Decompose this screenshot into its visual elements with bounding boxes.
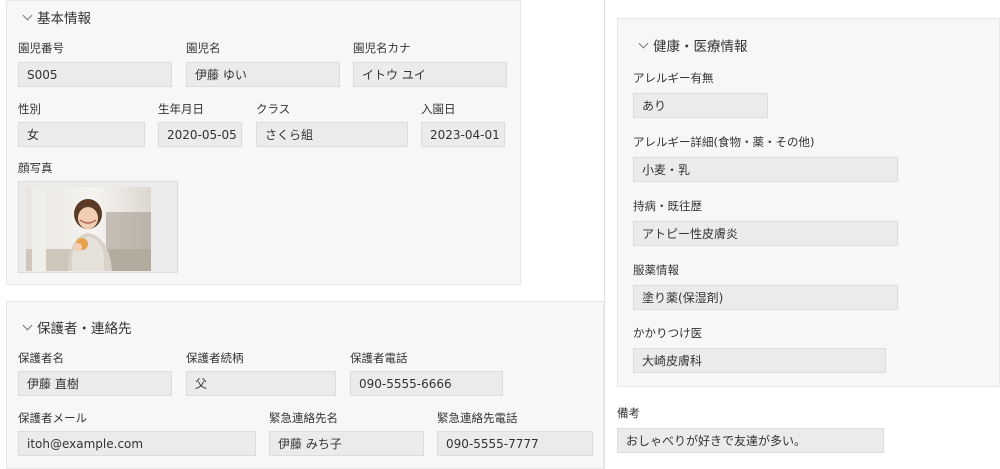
class-field[interactable]: さくら組 xyxy=(256,122,408,147)
enroll-date-label: 入園日 xyxy=(421,102,456,116)
doctor-field[interactable]: 大崎皮膚科 xyxy=(633,348,886,373)
guardian-phone-field[interactable]: 090-5555-6666 xyxy=(350,371,503,396)
photo-label: 顔写真 xyxy=(18,161,53,175)
doctor-label: かかりつけ医 xyxy=(633,326,703,340)
child-number-field[interactable]: S005 xyxy=(18,62,172,87)
guardian-email-field[interactable]: itoh@example.com xyxy=(18,431,256,456)
child-name-field[interactable]: 伊藤 ゆい xyxy=(186,62,340,87)
chevron-down-icon xyxy=(638,38,649,48)
photo-field[interactable] xyxy=(18,181,178,273)
class-label: クラス xyxy=(256,102,291,116)
child-kana-field[interactable]: イトウ ユイ xyxy=(353,62,507,87)
birthday-field[interactable]: 2020-05-05 xyxy=(158,122,242,147)
guardian-email-label: 保護者メール xyxy=(18,411,87,425)
gender-label: 性別 xyxy=(18,102,41,116)
emergency-phone-field[interactable]: 090-5555-7777 xyxy=(437,431,593,456)
section-title: 基本情報 xyxy=(37,11,91,27)
enroll-date-field[interactable]: 2023-04-01 xyxy=(421,122,505,147)
guardian-relation-label: 保護者続柄 xyxy=(186,351,244,365)
child-name-label: 園児名 xyxy=(186,41,221,55)
child-photo xyxy=(26,187,151,271)
allergy-label: アレルギー有無 xyxy=(633,71,714,85)
guardian-name-label: 保護者名 xyxy=(18,351,64,365)
allergy-field[interactable]: あり xyxy=(633,93,768,118)
basic-info-header[interactable]: 基本情報 xyxy=(22,7,91,27)
chronic-label: 持病・既往歴 xyxy=(633,199,702,213)
notes-field[interactable]: おしゃべりが好きで友達が多い。 xyxy=(617,428,884,453)
column-divider xyxy=(604,0,605,469)
chevron-down-icon xyxy=(22,10,33,20)
emergency-name-label: 緊急連絡先名 xyxy=(269,411,338,425)
section-title: 保護者・連絡先 xyxy=(37,321,132,337)
guardian-phone-label: 保護者電話 xyxy=(350,351,408,365)
chevron-down-icon xyxy=(22,320,33,330)
medication-field[interactable]: 塗り薬(保湿剤) xyxy=(633,285,898,310)
allergy-detail-label: アレルギー詳細(食物・薬・その他) xyxy=(633,135,815,149)
birthday-label: 生年月日 xyxy=(158,102,204,116)
gender-field[interactable]: 女 xyxy=(18,122,145,147)
child-kana-label: 園児名カナ xyxy=(353,41,411,55)
guardian-relation-field[interactable]: 父 xyxy=(186,371,336,396)
section-title: 健康・医療情報 xyxy=(653,39,748,55)
child-number-label: 園児番号 xyxy=(18,41,64,55)
emergency-name-field[interactable]: 伊藤 みち子 xyxy=(269,431,424,456)
guardian-name-field[interactable]: 伊藤 直樹 xyxy=(18,371,172,396)
notes-label: 備考 xyxy=(617,406,640,420)
medication-label: 服薬情報 xyxy=(633,263,679,277)
health-header[interactable]: 健康・医療情報 xyxy=(638,35,748,55)
chronic-field[interactable]: アトピー性皮膚炎 xyxy=(633,221,898,246)
allergy-detail-field[interactable]: 小麦・乳 xyxy=(633,157,898,182)
emergency-phone-label: 緊急連絡先電話 xyxy=(437,411,518,425)
guardian-header[interactable]: 保護者・連絡先 xyxy=(22,317,132,337)
